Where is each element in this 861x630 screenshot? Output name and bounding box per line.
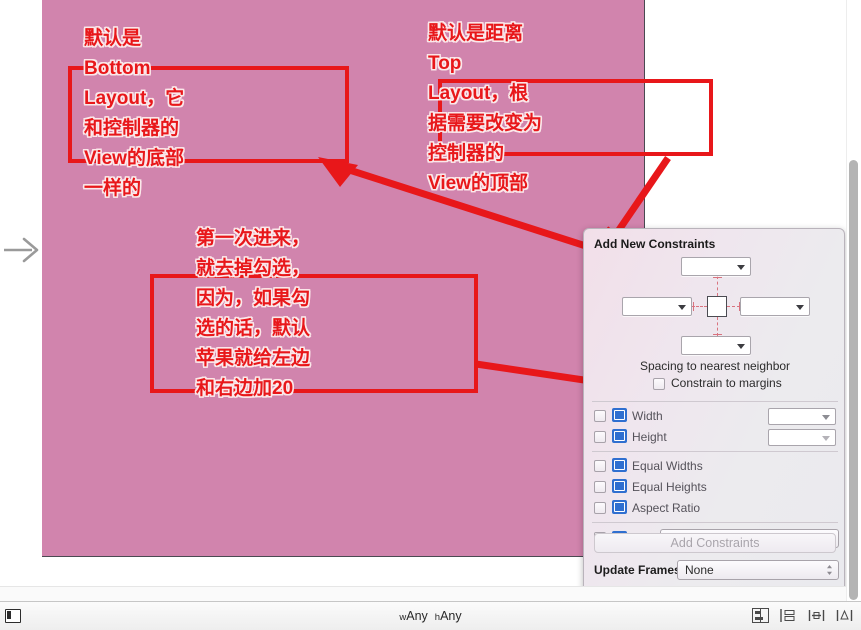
height-checkbox[interactable]	[594, 431, 606, 443]
right-arrow-icon	[4, 237, 39, 263]
equal-widths-icon	[612, 458, 627, 472]
constrain-to-margins-label: Constrain to margins	[671, 376, 782, 390]
height-value-field[interactable]	[768, 429, 836, 446]
width-icon	[612, 408, 627, 422]
xcode-interface-builder-screen: 默认是 Bottom Layout，它 和控制器的 View的底部 一样的 默认…	[0, 0, 861, 630]
divider	[592, 522, 838, 523]
autolayout-toolbar	[752, 608, 853, 623]
vertical-scrollbar-track[interactable]	[846, 0, 861, 601]
equal-widths-checkbox[interactable]	[594, 460, 606, 472]
aspect-ratio-icon	[612, 500, 627, 514]
height-icon	[612, 429, 627, 443]
update-frames-popup-button[interactable]: None	[677, 560, 839, 580]
chevron-down-icon	[796, 304, 804, 310]
strut-cap-top	[713, 277, 722, 278]
attribute-label-equal-widths: Equal Widths	[632, 459, 703, 473]
strut-left	[692, 306, 707, 307]
pin-icon[interactable]	[780, 608, 797, 623]
equal-heights-checkbox[interactable]	[594, 481, 606, 493]
attribute-label-aspect-ratio: Aspect Ratio	[632, 501, 701, 515]
chevron-down-icon	[737, 264, 745, 270]
width-checkbox[interactable]	[594, 410, 606, 422]
strut-cap-left	[693, 302, 694, 311]
editor-bottom-bar: wAny hAny	[0, 601, 861, 630]
strut-top	[717, 276, 718, 296]
attribute-row-height[interactable]: Height	[594, 429, 836, 446]
width-value-field[interactable]	[768, 408, 836, 425]
divider	[592, 451, 838, 452]
update-frames-label: Update Frames	[594, 563, 681, 577]
spacing-center-square[interactable]	[707, 296, 727, 317]
resizing-behaviour-icon[interactable]	[836, 608, 853, 623]
attribute-label-height: Height	[632, 430, 667, 444]
size-class-indicator[interactable]: wAny hAny	[0, 609, 861, 623]
chevron-down-icon	[678, 304, 686, 310]
attribute-label-equal-heights: Equal Heights	[632, 480, 707, 494]
chevron-down-icon	[822, 436, 830, 441]
constrain-to-margins-checkbox[interactable]	[653, 378, 665, 390]
chevron-down-icon	[737, 343, 745, 349]
popover-title: Add New Constraints	[594, 237, 716, 251]
attribute-row-equal-widths[interactable]: Equal Widths	[594, 458, 836, 475]
chevron-down-icon	[822, 415, 830, 420]
annotation-text-constrain-margins: 第一次进来， 就去掉勾选， 因为，如果勾 选的话，默认 苹果就给左边 和右边加2…	[196, 228, 311, 399]
strut-cap-bottom	[713, 334, 722, 335]
attribute-row-width[interactable]: Width	[594, 408, 836, 425]
align-icon[interactable]	[752, 608, 769, 623]
editor-canvas-area[interactable]: 默认是 Bottom Layout，它 和控制器的 View的底部 一样的 默认…	[0, 0, 861, 601]
update-frames-selected-value: None	[685, 563, 714, 577]
spacing-top-combo[interactable]	[681, 257, 751, 276]
add-constraints-button[interactable]: Add Constraints	[594, 533, 836, 553]
aspect-ratio-checkbox[interactable]	[594, 502, 606, 514]
attribute-label-width: Width	[632, 409, 663, 423]
annotation-text-bottom-layout: 默认是 Bottom Layout，它 和控制器的 View的底部 一样的	[84, 28, 185, 199]
spacing-bottom-combo[interactable]	[681, 336, 751, 355]
spacing-right-combo[interactable]	[740, 297, 810, 316]
spacing-left-combo[interactable]	[622, 297, 692, 316]
size-class-height-value: Any	[440, 609, 462, 623]
attribute-row-equal-heights[interactable]: Equal Heights	[594, 479, 836, 496]
size-class-width-value: Any	[406, 609, 428, 623]
divider	[592, 401, 838, 402]
update-frames-row[interactable]: Update Frames None	[594, 560, 839, 580]
spacing-label: Spacing to nearest neighbor	[639, 359, 791, 373]
add-new-constraints-popover[interactable]: Add New Constraints Spacing to nearest n…	[583, 228, 845, 594]
chevron-updown-icon	[827, 565, 832, 575]
horizontal-scrollbar-track[interactable]	[0, 586, 846, 601]
resolve-auto-layout-issues-icon[interactable]	[808, 608, 825, 623]
attribute-row-aspect-ratio[interactable]: Aspect Ratio	[594, 500, 836, 517]
vertical-scrollbar-thumb[interactable]	[849, 160, 858, 600]
equal-heights-icon	[612, 479, 627, 493]
